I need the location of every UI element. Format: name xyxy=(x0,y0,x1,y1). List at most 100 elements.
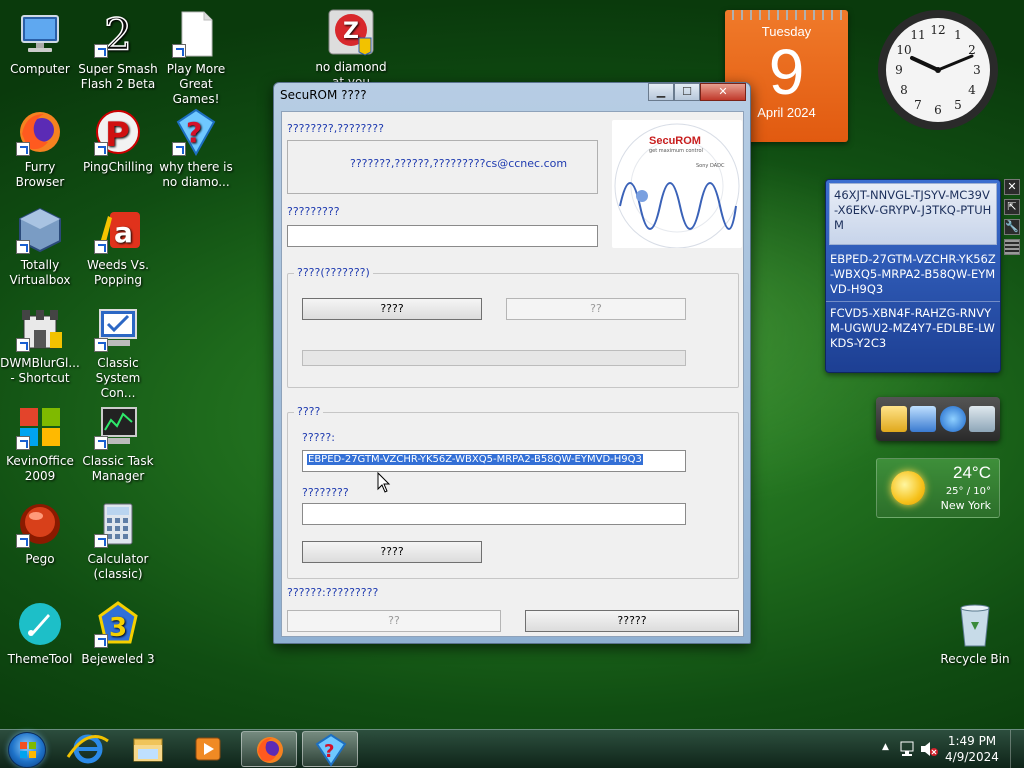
media-player-icon xyxy=(195,737,221,761)
footer-button-2[interactable]: ????? xyxy=(525,610,739,632)
close-icon[interactable]: ✕ xyxy=(1004,179,1020,195)
z-shield-icon: Z xyxy=(327,8,375,56)
office-icon xyxy=(16,402,64,450)
desktop-icon-recycle-bin[interactable]: Recycle Bin xyxy=(935,600,1015,667)
svg-text:10: 10 xyxy=(896,43,911,57)
svg-text:Z: Z xyxy=(343,19,359,44)
desktop-icon-label: DWMBlurGl... - Shortcut xyxy=(0,356,80,385)
desktop-icon-classic-system-control[interactable]: Classic System Con... xyxy=(78,304,158,401)
svg-text:?: ? xyxy=(324,741,334,762)
start-button[interactable] xyxy=(8,732,46,768)
svg-text:12: 12 xyxy=(930,23,945,37)
desktop-icon-themetool[interactable]: ThemeTool xyxy=(0,600,80,667)
taskbar-firefox[interactable] xyxy=(241,731,297,767)
taskbar-media-player[interactable] xyxy=(180,731,236,767)
weather-gadget[interactable]: 24°C 25° / 10° New York xyxy=(876,458,1000,518)
progress-bar xyxy=(302,350,686,366)
desktop-icon-classic-task-manager[interactable]: Classic Task Manager xyxy=(78,402,158,484)
group-2: ???? ?????: EBPED-27GTM-VZCHR-YK56Z-WBXQ… xyxy=(287,405,739,579)
unlock-label: ???????? xyxy=(302,486,349,499)
desktop-icon-virtualbox[interactable]: Totally Virtualbox xyxy=(0,206,80,288)
themetool-icon xyxy=(16,600,64,648)
desktop-icon-furry-browser[interactable]: Furry Browser xyxy=(0,108,80,190)
desktop-icon-kevinoffice[interactable]: KevinOffice 2009 xyxy=(0,402,80,484)
taskbar: ? ▲ 1:49 PM 4/9/2024 xyxy=(0,729,1024,768)
desktop-icon-pego[interactable]: Pego xyxy=(0,500,80,567)
red-orb-icon xyxy=(16,500,64,548)
resize-icon[interactable]: ⇱ xyxy=(1004,199,1020,215)
taskbar-internet-explorer[interactable] xyxy=(60,731,116,767)
desktop-icon-label: Weeds Vs. Popping xyxy=(87,258,149,287)
windows-logo-icon xyxy=(20,742,36,758)
drag-handle-icon[interactable] xyxy=(1004,239,1020,255)
ssf2-icon: 2 xyxy=(94,9,142,62)
wrench-icon[interactable]: 🔧 xyxy=(1004,219,1020,235)
firefox-icon xyxy=(16,108,64,156)
desktop-icon-label: Computer xyxy=(10,62,70,76)
taskbar-explorer[interactable] xyxy=(120,731,176,767)
question-diamond-icon: ? xyxy=(172,108,220,157)
weeds-icon: a xyxy=(94,206,142,254)
show-desktop-button[interactable] xyxy=(1010,730,1024,768)
taskbar-clock[interactable]: 1:49 PM 4/9/2024 xyxy=(942,733,1002,765)
desktop-icon-bejeweled-3[interactable]: 3 Bejeweled 3 xyxy=(78,600,158,667)
mouse-cursor-icon xyxy=(377,472,391,493)
desktop-icon-label: Recycle Bin xyxy=(940,652,1010,666)
network-icon[interactable] xyxy=(900,741,918,757)
taskbar-date: 4/9/2024 xyxy=(945,750,999,764)
svg-text:1: 1 xyxy=(954,28,962,42)
minimize-button[interactable]: ▁ xyxy=(648,83,674,101)
shortcut-arrow-icon xyxy=(94,240,108,254)
folder-icon[interactable] xyxy=(880,406,907,432)
desktop-icon-weeds-vs-popping[interactable]: a Weeds Vs. Popping xyxy=(78,206,158,288)
taskbar-time: 1:49 PM xyxy=(947,734,997,748)
maximize-button[interactable]: ☐ xyxy=(674,83,700,101)
network-icon[interactable] xyxy=(910,406,937,432)
volume-muted-icon[interactable] xyxy=(920,741,938,757)
field1-input[interactable] xyxy=(287,225,598,247)
logo-brand: SecuROM xyxy=(649,135,701,147)
desktop-icon-label: KevinOffice 2009 xyxy=(6,454,74,483)
desktop-icon-computer[interactable]: Computer xyxy=(0,10,80,77)
desktop-icon-dwmblurglass[interactable]: DWMBlurGl... - Shortcut xyxy=(0,304,80,386)
close-button[interactable]: ✕ xyxy=(700,83,746,101)
window-titlebar[interactable]: SecuROM ???? ▁ ☐ ✕ xyxy=(274,83,750,107)
key-item[interactable]: EBPED-27GTM-VZCHR-YK56Z-WBXQ5-MRPA2-B58Q… xyxy=(826,248,1000,302)
shortcut-arrow-icon xyxy=(16,240,30,254)
svg-text:7: 7 xyxy=(914,98,922,112)
shortcut-arrow-icon xyxy=(172,142,186,156)
desktop-icon-play-more-games[interactable]: Play More Great Games! xyxy=(156,10,236,107)
window-title: SecuROM ???? xyxy=(280,88,367,102)
desktop-icon-super-smash-flash[interactable]: 2 Super Smash Flash 2 Beta xyxy=(78,9,158,92)
weather-city: New York xyxy=(940,499,991,512)
task-manager-icon xyxy=(94,402,142,450)
code-value: EBPED-27GTM-VZCHR-YK56Z-WBXQ5-MRPA2-B58Q… xyxy=(307,454,643,465)
key-item[interactable]: FCVD5-XBN4F-RAHZG-RNVYM-UGWU2-MZ4Y7-EDLB… xyxy=(826,302,1000,355)
svg-text:2: 2 xyxy=(104,10,132,58)
sun-icon xyxy=(891,471,925,505)
key-item-selected[interactable]: 46XJT-NNVGL-TJSYV-MC39V-X6EKV-GRYPV-J3TK… xyxy=(829,183,997,245)
show-hidden-icons-icon[interactable]: ▲ xyxy=(882,742,889,752)
desktop-icon-label: Classic System Con... xyxy=(95,356,141,400)
group-1-button-2[interactable]: ?? xyxy=(506,298,686,320)
clock-gadget[interactable]: 12 1 2 345 678 9 10 11 xyxy=(874,6,1002,134)
internet-explorer-icon[interactable] xyxy=(939,406,966,432)
unlock-input[interactable] xyxy=(302,503,686,525)
footer-button-1[interactable]: ?? xyxy=(287,610,501,632)
shortcut-arrow-icon xyxy=(16,142,30,156)
taskbar-securom[interactable]: ? xyxy=(302,731,358,767)
shortcut-arrow-icon xyxy=(94,142,108,156)
code-input[interactable]: EBPED-27GTM-VZCHR-YK56Z-WBXQ5-MRPA2-B58Q… xyxy=(302,450,686,472)
group-1-button-1[interactable]: ???? xyxy=(302,298,482,320)
shortcut-arrow-icon xyxy=(94,338,108,352)
desktop-icon-calculator[interactable]: Calculator (classic) xyxy=(78,500,158,582)
desktop-icon-no-diamond-at-you[interactable]: Z no diamond at you xyxy=(311,8,391,90)
pingchilling-icon: P xyxy=(94,108,142,156)
recycle-bin-icon[interactable] xyxy=(969,406,996,432)
desktop-icon-why-no-diamond[interactable]: ? why there is no diamo... xyxy=(156,108,236,190)
desktop-icon-label: Classic Task Manager xyxy=(82,454,154,483)
desktop-icon-pingchilling[interactable]: P PingChilling xyxy=(78,108,158,175)
group-2-button[interactable]: ???? xyxy=(302,541,482,563)
key-list-gadget[interactable]: 46XJT-NNVGL-TJSYV-MC39V-X6EKV-GRYPV-J3TK… xyxy=(825,179,1001,373)
desktop-icon-label: ThemeTool xyxy=(7,652,73,666)
